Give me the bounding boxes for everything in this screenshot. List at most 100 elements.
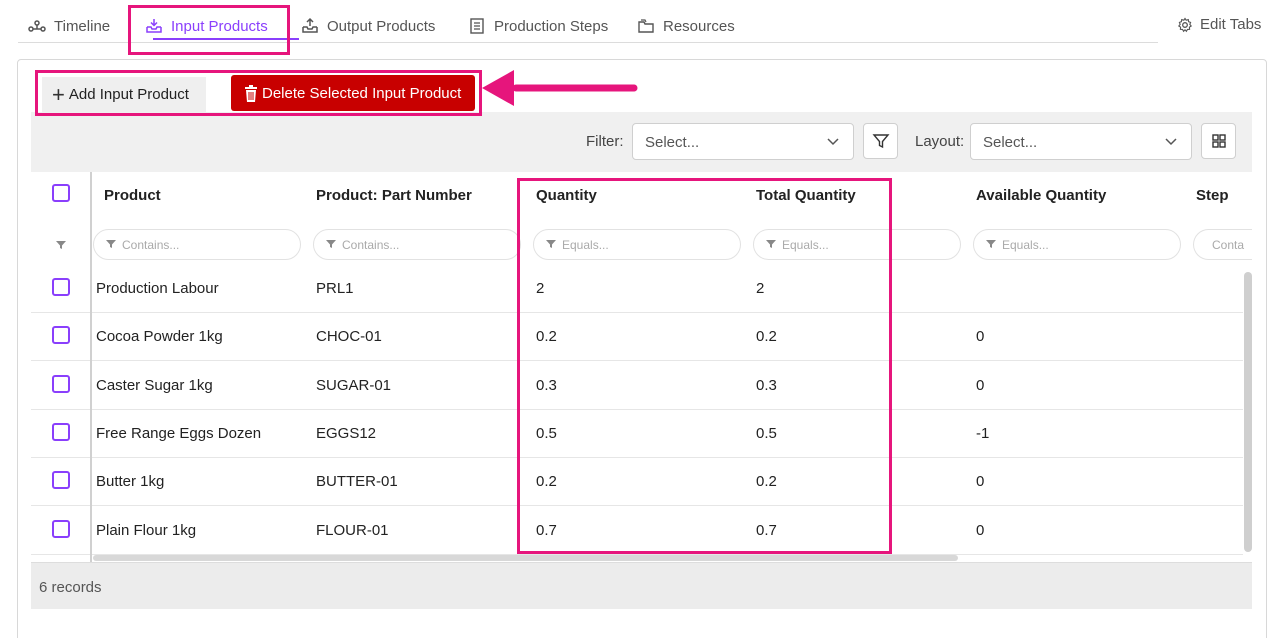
table-row[interactable]: Cocoa Powder 1kg CHOC-01 0.2 0.2 0	[31, 313, 1243, 362]
cell-available-quantity: 0	[976, 473, 985, 491]
cell-product: Plain Flour 1kg	[96, 521, 197, 539]
chevron-down-icon	[827, 138, 839, 146]
row-checkbox[interactable]	[52, 374, 70, 393]
filter-select[interactable]: Select...	[632, 123, 854, 160]
cell-available-quantity: 0	[976, 521, 985, 539]
column-header-part-number[interactable]: Product: Part Number	[316, 187, 472, 204]
funnel-icon	[56, 241, 66, 249]
cell-product: Free Range Eggs Dozen	[96, 424, 262, 442]
cell-part-number: BUTTER-01	[316, 473, 398, 491]
table-row[interactable]: Plain Flour 1kg FLOUR-01 0.7 0.7 0	[31, 507, 1243, 555]
filter-placeholder: Equals...	[782, 238, 829, 252]
cell-product: Production Labour	[96, 280, 219, 297]
table-row[interactable]: Free Range Eggs Dozen EGGS12 0.5 0.5 -1	[31, 410, 1243, 458]
tab-timeline[interactable]: Timeline	[28, 14, 110, 38]
row-checkbox[interactable]	[52, 519, 70, 538]
pinned-column-separator	[90, 172, 92, 562]
layout-select[interactable]: Select...	[970, 123, 1192, 160]
funnel-icon	[106, 240, 116, 248]
table-row[interactable]: Production Labour PRL1 2 2	[31, 265, 1243, 313]
trash-icon	[245, 84, 257, 102]
cell-part-number: SUGAR-01	[316, 376, 392, 394]
column-header-total-quantity[interactable]: Total Quantity	[756, 187, 856, 204]
input-products-grid: Product Product: Part Number Quantity To…	[31, 172, 1252, 562]
cell-available-quantity: 0	[976, 328, 985, 346]
tray-in-icon	[146, 19, 162, 33]
cell-total-quantity: 0.2	[756, 328, 777, 346]
filter-placeholder: Equals...	[562, 238, 609, 252]
cell-total-quantity: 0.7	[756, 521, 777, 539]
add-button-label: Add Input Product	[68, 86, 189, 103]
cell-part-number: EGGS12	[316, 424, 377, 442]
cell-product: Caster Sugar 1kg	[96, 376, 213, 394]
funnel-icon	[326, 240, 336, 248]
filter-select-value: Select...	[645, 134, 700, 151]
folders-icon	[638, 19, 654, 33]
row-checkbox[interactable]	[52, 422, 70, 441]
column-filter-input[interactable]: Equals...	[973, 229, 1181, 260]
column-filter-input[interactable]: Contains...	[93, 229, 301, 260]
filter-button[interactable]	[863, 123, 898, 159]
layout-label: Layout:	[915, 133, 965, 150]
edit-tabs-label: Edit Tabs	[1200, 16, 1262, 33]
cell-quantity: 0.7	[536, 521, 557, 539]
column-filter-input[interactable]: Equals...	[533, 229, 741, 260]
table-row[interactable]: Butter 1kg BUTTER-01 0.2 0.2 0	[31, 458, 1243, 507]
timeline-icon	[28, 20, 46, 32]
active-tab-indicator	[153, 38, 299, 40]
column-filter-input[interactable]: Conta	[1193, 229, 1252, 260]
funnel-icon	[546, 240, 556, 248]
column-header-quantity[interactable]: Quantity	[536, 187, 597, 204]
column-header-product[interactable]: Product	[104, 187, 161, 204]
tray-out-icon	[302, 17, 318, 33]
table-row[interactable]: Caster Sugar 1kg SUGAR-01 0.3 0.3 0	[31, 362, 1243, 410]
column-filter-input[interactable]: Equals...	[753, 229, 961, 260]
cell-quantity: 0.2	[536, 473, 557, 491]
cell-available-quantity: 0	[976, 376, 985, 394]
vertical-scrollbar[interactable]	[1244, 272, 1252, 552]
cell-total-quantity: 2	[756, 280, 765, 297]
cell-total-quantity: 0.5	[756, 424, 777, 442]
layout-button[interactable]	[1201, 123, 1236, 159]
cell-part-number: FLOUR-01	[316, 521, 389, 539]
row-checkbox[interactable]	[52, 326, 70, 345]
cell-total-quantity: 0.2	[756, 473, 777, 491]
plus-icon: +	[52, 81, 65, 107]
tab-production-steps[interactable]: Production Steps	[468, 14, 608, 38]
tab-input-products[interactable]: Input Products	[145, 14, 268, 38]
column-filter-input[interactable]: Contains...	[313, 229, 521, 260]
filter-placeholder: Contains...	[342, 238, 400, 252]
funnel-icon	[986, 240, 996, 248]
cell-available-quantity: -1	[976, 424, 990, 442]
cell-part-number: PRL1	[316, 280, 354, 297]
tab-label: Resources	[663, 17, 735, 35]
tab-label: Output Products	[327, 17, 436, 35]
horizontal-scrollbar[interactable]	[93, 555, 958, 561]
row-checkbox[interactable]	[52, 471, 70, 490]
cell-quantity: 2	[536, 280, 545, 297]
column-header-available-quantity[interactable]: Available Quantity	[976, 187, 1106, 204]
cell-part-number: CHOC-01	[316, 328, 382, 346]
tab-label: Input Products	[171, 17, 268, 35]
add-input-product-button[interactable]: + Add Input Product	[42, 77, 206, 112]
cell-quantity: 0.5	[536, 424, 557, 442]
input-products-panel: + Add Input Product Delete Selected Inpu…	[17, 59, 1267, 638]
filter-label: Filter:	[586, 133, 624, 150]
cell-product: Butter 1kg	[96, 473, 165, 491]
tab-resources[interactable]: Resources	[637, 14, 735, 38]
delete-button-label: Delete Selected Input Product	[262, 84, 462, 102]
gear-icon	[1177, 17, 1193, 32]
cell-total-quantity: 0.3	[756, 376, 777, 394]
filter-placeholder: Equals...	[1002, 238, 1049, 252]
row-checkbox[interactable]	[52, 278, 70, 296]
select-all-checkbox[interactable]	[52, 184, 70, 202]
edit-tabs-button[interactable]: Edit Tabs	[1177, 16, 1261, 33]
list-icon	[470, 18, 484, 34]
arrow-annotation	[482, 70, 638, 106]
cell-quantity: 0.3	[536, 376, 557, 394]
delete-selected-input-product-button[interactable]: Delete Selected Input Product	[231, 75, 475, 111]
column-header-step[interactable]: Step	[1196, 187, 1229, 204]
grid-footer: 6 records	[31, 562, 1252, 609]
tab-label: Timeline	[54, 17, 111, 35]
tab-output-products[interactable]: Output Products	[301, 14, 435, 38]
